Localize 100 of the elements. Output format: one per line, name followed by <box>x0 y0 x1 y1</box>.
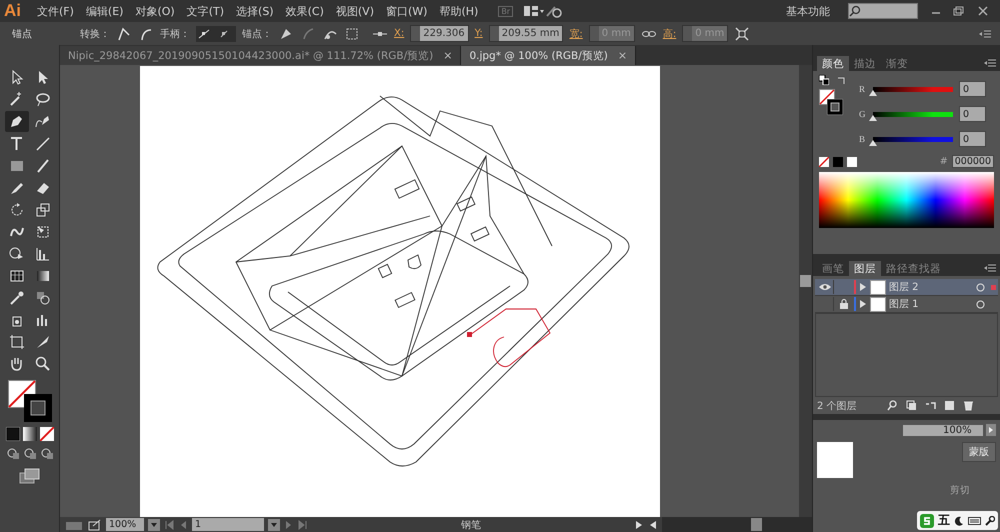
panel-menu-icon[interactable] <box>984 59 996 67</box>
hex-label: # <box>940 156 948 167</box>
workspace-switcher[interactable]: 基本功能 <box>786 4 830 18</box>
menu-item[interactable]: 对象(O) <box>129 4 181 18</box>
color-spectrum[interactable] <box>819 172 994 228</box>
corner-point-icon[interactable] <box>116 26 132 42</box>
dropdown-caret-icon[interactable] <box>148 518 160 530</box>
menu-item[interactable]: 文字(T) <box>180 4 230 18</box>
page-field[interactable]: 1 <box>192 518 264 531</box>
panel-tab[interactable]: 渐变 <box>881 56 913 71</box>
menu-item[interactable]: 选择(S) <box>230 4 280 18</box>
expand-triangle-icon[interactable] <box>859 283 867 291</box>
opacity-field[interactable]: 100% <box>903 424 983 436</box>
share-icon[interactable] <box>88 518 102 530</box>
default-colors-icon[interactable] <box>819 75 829 85</box>
wrench-icon[interactable] <box>985 516 995 526</box>
gradient-mode-icon[interactable] <box>22 427 36 441</box>
color-swatch[interactable] <box>847 156 857 166</box>
expand-triangle-icon[interactable] <box>859 300 867 308</box>
selection-square-icon <box>990 284 996 290</box>
vertical-scrollbar[interactable] <box>799 65 812 517</box>
mask-thumbnail <box>817 442 853 478</box>
keyboard-icon[interactable] <box>968 516 981 526</box>
moon-icon[interactable] <box>954 516 964 526</box>
none-mode-icon[interactable] <box>40 427 54 441</box>
document-title: Nipic_29842067_20190905150104423000.ai* @ 111.72% (RGB/预览) <box>68 48 434 62</box>
sync-icon[interactable] <box>545 4 564 18</box>
anchor-label: 锚点： <box>242 28 272 40</box>
menu-item[interactable]: 帮助(H) <box>433 4 484 18</box>
channel-label: G <box>859 109 866 119</box>
draw-behind-icon[interactable] <box>22 446 36 460</box>
ime-logo-icon[interactable] <box>920 514 934 528</box>
menu-item[interactable]: 编辑(E) <box>80 4 130 18</box>
dropdown-caret-icon[interactable] <box>268 518 280 530</box>
x-label: X: <box>394 28 404 39</box>
stroke-swatch[interactable] <box>24 394 52 422</box>
menu-item[interactable]: 效果(C) <box>280 4 330 18</box>
tab-close-button[interactable]: × <box>443 49 452 62</box>
clip-checkbox-label: 剪切 <box>950 484 970 497</box>
panel-tab[interactable]: 画笔 <box>817 261 849 276</box>
y-label: Y: <box>474 28 483 39</box>
make-mask-button[interactable]: 蒙版 <box>962 442 996 462</box>
tab-close-button[interactable]: × <box>618 49 628 62</box>
search-icon <box>849 5 861 17</box>
last-page-icon[interactable] <box>298 518 308 530</box>
trash-icon[interactable] <box>962 400 974 411</box>
search-field[interactable] <box>848 3 918 19</box>
convert-label: 转换： <box>80 28 110 40</box>
width-label: 宽: <box>569 28 583 40</box>
channel-value-field[interactable]: 0 <box>959 131 986 147</box>
menu-item[interactable]: 视图(V) <box>330 4 380 18</box>
search-icon[interactable] <box>886 400 898 411</box>
color-mode-icon[interactable] <box>6 427 20 441</box>
x-field[interactable]: 229.306 <box>410 25 469 42</box>
y-field[interactable]: 209.55 mm <box>488 25 564 42</box>
document-tab[interactable]: Nipic_29842067_20190905150104423000.ai* @ 111.72% (RGB/预览) × <box>60 46 462 65</box>
menu-item[interactable]: 窗口(W) <box>380 4 434 18</box>
slider-thumb[interactable] <box>869 90 877 96</box>
none-swatch[interactable] <box>819 156 829 166</box>
first-page-icon[interactable] <box>164 518 174 530</box>
target-circle-icon[interactable] <box>976 282 985 292</box>
input-mode-label[interactable]: 五 <box>938 512 950 529</box>
horizontal-scrollbar[interactable] <box>662 517 812 532</box>
hex-field[interactable]: 000000 <box>952 155 994 168</box>
panel-tab[interactable]: 描边 <box>849 56 881 71</box>
target-circle-icon[interactable] <box>976 300 985 308</box>
clipping-mask-icon[interactable] <box>906 400 917 411</box>
tool-button[interactable] <box>4 111 28 132</box>
channel-label: R <box>859 84 866 94</box>
channel-value-field[interactable]: 0 <box>959 106 986 122</box>
color-swatch[interactable] <box>833 156 843 166</box>
draw-inside-icon[interactable] <box>40 446 54 460</box>
padlock-icon[interactable] <box>840 299 848 309</box>
stroke-swatch[interactable] <box>827 99 843 115</box>
channel-value-field[interactable]: 0 <box>959 81 986 97</box>
slider-thumb[interactable] <box>869 140 877 146</box>
document-title: 0.jpg* @ 100% (RGB/预览) <box>469 48 608 62</box>
menu-item[interactable]: 文件(F) <box>31 4 80 18</box>
panel-menu-icon[interactable] <box>978 28 992 38</box>
opacity-arrow-icon[interactable] <box>986 424 996 436</box>
screen-mode-icon[interactable] <box>18 468 40 484</box>
draw-normal-icon[interactable] <box>6 446 20 460</box>
handles-label: 手柄： <box>160 28 190 40</box>
new-layer-icon[interactable] <box>944 400 955 411</box>
panel-tab[interactable]: 图层 <box>849 261 881 276</box>
layer-thumbnail <box>870 280 886 294</box>
scroll-left-arrow-icon[interactable] <box>648 518 658 530</box>
slider-thumb[interactable] <box>869 114 877 120</box>
zoom-field[interactable]: 100% <box>106 518 144 531</box>
eye-icon[interactable] <box>819 283 831 291</box>
panel-tab[interactable]: 颜色 <box>817 56 849 71</box>
panel-tab[interactable]: 路径查找器 <box>881 261 946 276</box>
layout-grid-icon[interactable] <box>523 5 546 17</box>
panel-menu-icon[interactable] <box>984 264 996 272</box>
status-menu-arrow-icon[interactable] <box>634 518 644 530</box>
layer-thumbnail <box>870 296 886 312</box>
layer-name: 图层 1 <box>889 298 920 311</box>
current-tool-label: 钢笔 <box>461 518 481 532</box>
document-tab[interactable]: 0.jpg* @ 100% (RGB/预览) × <box>461 46 636 65</box>
layer-row[interactable]: 图层 2 <box>815 279 998 296</box>
